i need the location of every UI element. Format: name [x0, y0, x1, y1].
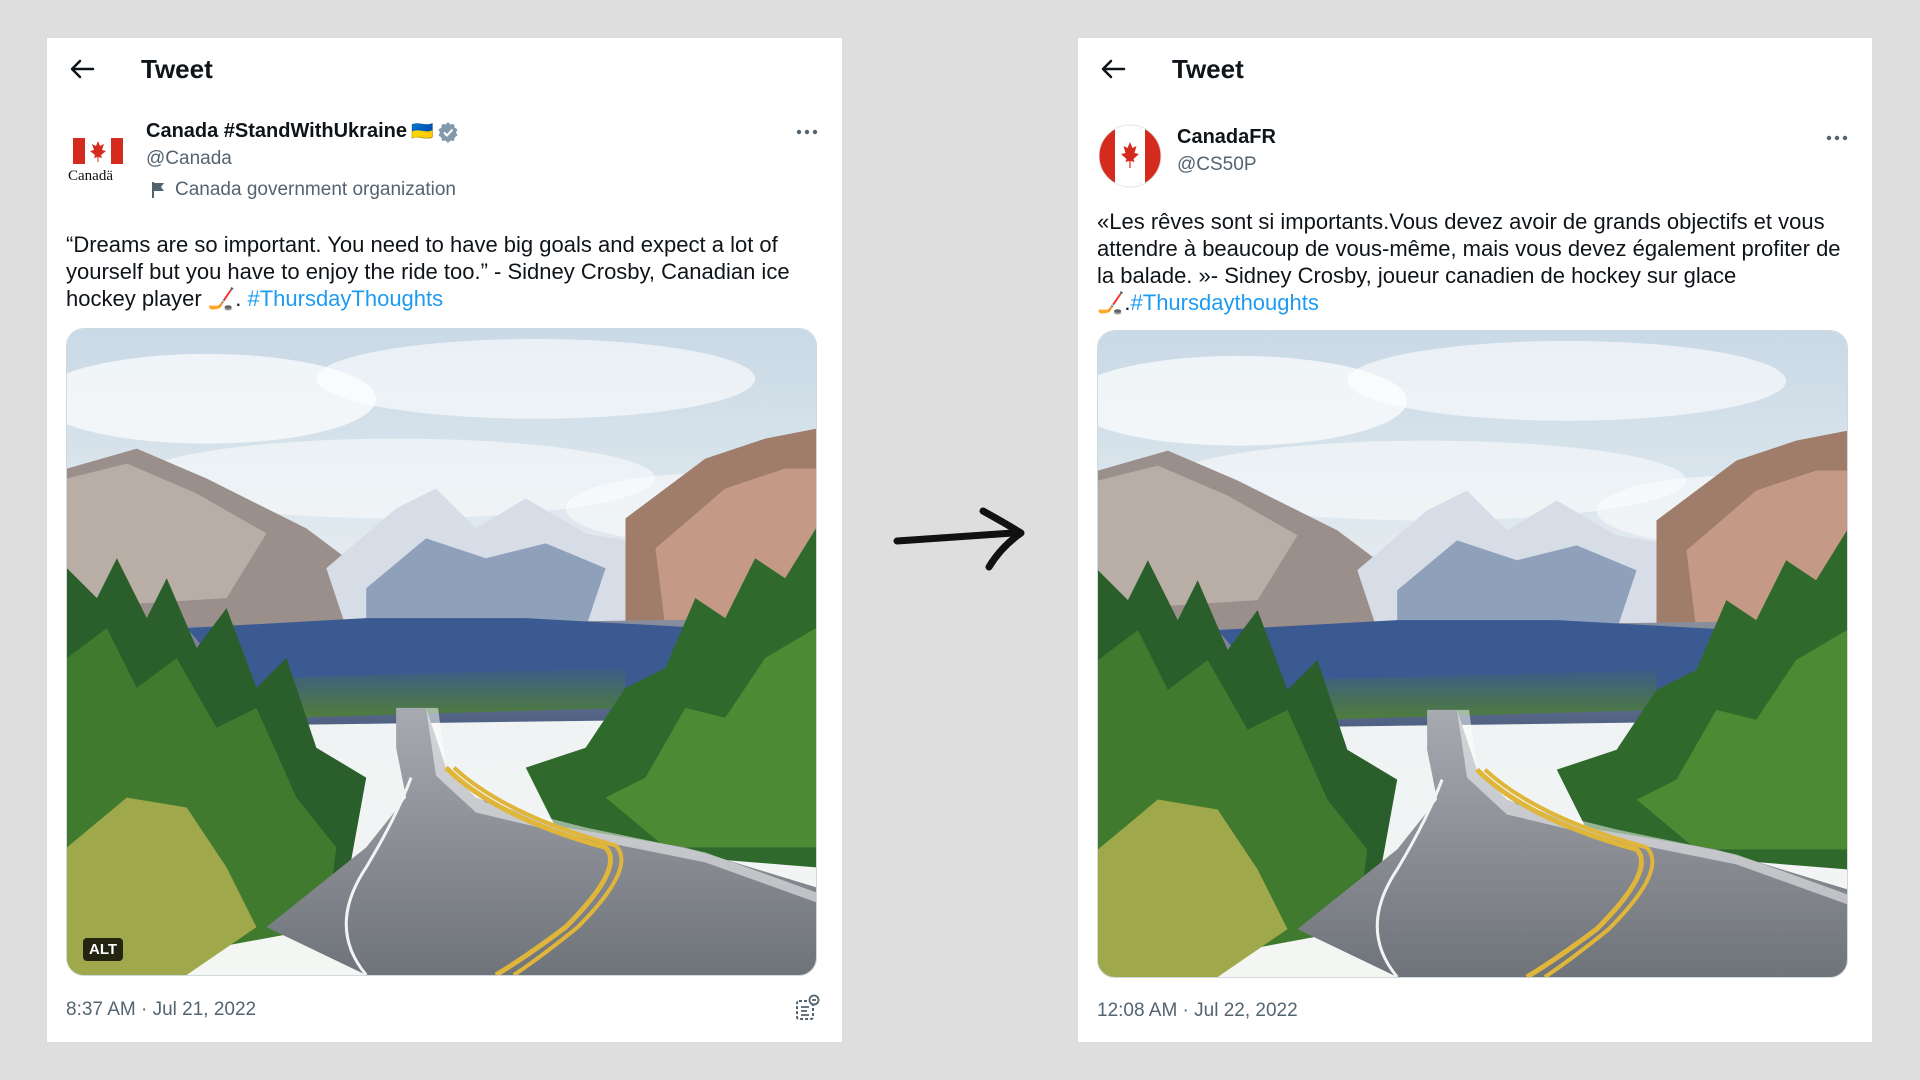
verified-badge-icon — [438, 121, 458, 143]
author-name-row[interactable]: CanadaFR — [1177, 126, 1276, 149]
display-name[interactable]: Canada #StandWithUkraine — [146, 120, 407, 143]
mountain-road-photo — [67, 329, 816, 975]
hashtag-link[interactable]: #Thursdaythoughts — [1131, 290, 1319, 315]
display-name[interactable]: CanadaFR — [1177, 126, 1276, 149]
author-name-row[interactable]: Canada #StandWithUkraine 🇺🇦 — [146, 120, 459, 143]
tweet-header: Tweet — [1078, 38, 1872, 100]
user-handle[interactable]: @CS50P — [1177, 154, 1257, 176]
org-label: Canada government organization — [175, 179, 456, 200]
tweet-text: «Les rêves sont si importants.Vous devez… — [1097, 208, 1850, 316]
tweet-photo[interactable] — [1097, 330, 1848, 978]
ukraine-flag-emoji: 🇺🇦 — [411, 121, 434, 141]
translated-tweet-panel: Tweet CanadaFR @CS50P «Les rêves sont si… — [1078, 38, 1872, 1042]
tweet-timestamp[interactable]: 12:08 AM · Jul 22, 2022 — [1097, 1000, 1298, 1022]
avatar[interactable]: Canadä — [67, 128, 131, 192]
canada-flag-avatar-icon — [1098, 124, 1162, 188]
alt-badge[interactable]: ALT — [83, 938, 124, 961]
more-icon[interactable] — [1824, 128, 1850, 148]
back-arrow-icon[interactable] — [1098, 56, 1128, 82]
tweet-photo[interactable]: ALT — [66, 328, 817, 976]
hashtag-link[interactable]: #ThursdayThoughts — [247, 286, 443, 311]
user-handle[interactable]: @Canada — [146, 148, 232, 170]
avatar[interactable] — [1098, 124, 1162, 188]
page-title: Tweet — [141, 54, 213, 84]
transition-arrow-icon — [893, 507, 1025, 571]
logo-wordmark: Canadä — [68, 168, 113, 184]
original-tweet-panel: Tweet Canadä Canada #StandWithUkraine 🇺🇦… — [47, 38, 842, 1042]
flag-icon — [152, 182, 164, 198]
tweet-timestamp[interactable]: 8:37 AM · Jul 21, 2022 — [66, 999, 256, 1021]
stats-icon[interactable] — [794, 994, 820, 1022]
more-icon[interactable] — [794, 122, 820, 142]
page-title: Tweet — [1172, 54, 1244, 84]
tweet-header: Tweet — [47, 38, 842, 100]
tweet-text: “Dreams are so important. You need to ha… — [66, 231, 820, 312]
mountain-road-photo — [1098, 331, 1847, 977]
back-arrow-icon[interactable] — [67, 56, 97, 82]
org-label-row: Canada government organization — [151, 179, 456, 201]
